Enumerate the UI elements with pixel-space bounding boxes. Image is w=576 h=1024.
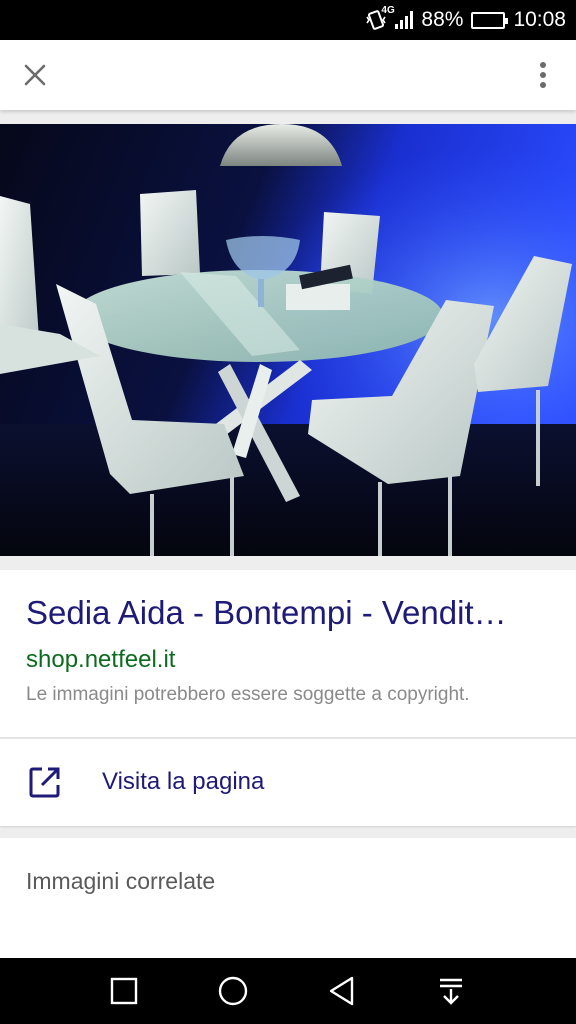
home-button[interactable] <box>217 975 249 1007</box>
signal-icon: 4G <box>381 5 414 29</box>
notification-pull-icon <box>440 978 462 1005</box>
status-bar: 4G 88% 10:08 <box>0 0 576 40</box>
result-domain: shop.netfeel.it <box>26 646 176 673</box>
result-title[interactable]: Sedia Aida - Bontempi - Vendit… <box>26 594 556 632</box>
more-options-button[interactable] <box>528 56 558 94</box>
related-images-section: Immagini correlate <box>0 838 576 958</box>
copyright-notice: Le immagini potrebbero essere soggette a… <box>26 684 470 705</box>
recents-square-icon <box>110 977 138 1005</box>
battery-percent: 88% <box>421 8 464 31</box>
app-bar <box>0 40 576 110</box>
clock: 10:08 <box>513 8 566 31</box>
notification-pull-button[interactable] <box>435 975 467 1007</box>
open-in-new-icon <box>29 767 60 798</box>
back-triangle-icon <box>329 976 354 1006</box>
recents-button[interactable] <box>108 975 140 1007</box>
battery-icon <box>471 11 509 29</box>
network-type: 4G <box>381 5 395 16</box>
related-images-title: Immagini correlate <box>26 868 216 894</box>
close-button[interactable] <box>16 56 54 94</box>
navigation-bar <box>0 958 576 1024</box>
home-circle-icon <box>218 976 248 1006</box>
visit-page-label: Visita la pagina <box>102 768 265 795</box>
more-vert-icon <box>540 62 546 88</box>
visit-page-button[interactable]: Visita la pagina <box>0 739 576 826</box>
back-button[interactable] <box>326 975 358 1007</box>
result-image[interactable] <box>0 124 576 556</box>
close-icon <box>24 64 46 86</box>
result-card: Sedia Aida - Bontempi - Vendit… shop.net… <box>0 570 576 826</box>
